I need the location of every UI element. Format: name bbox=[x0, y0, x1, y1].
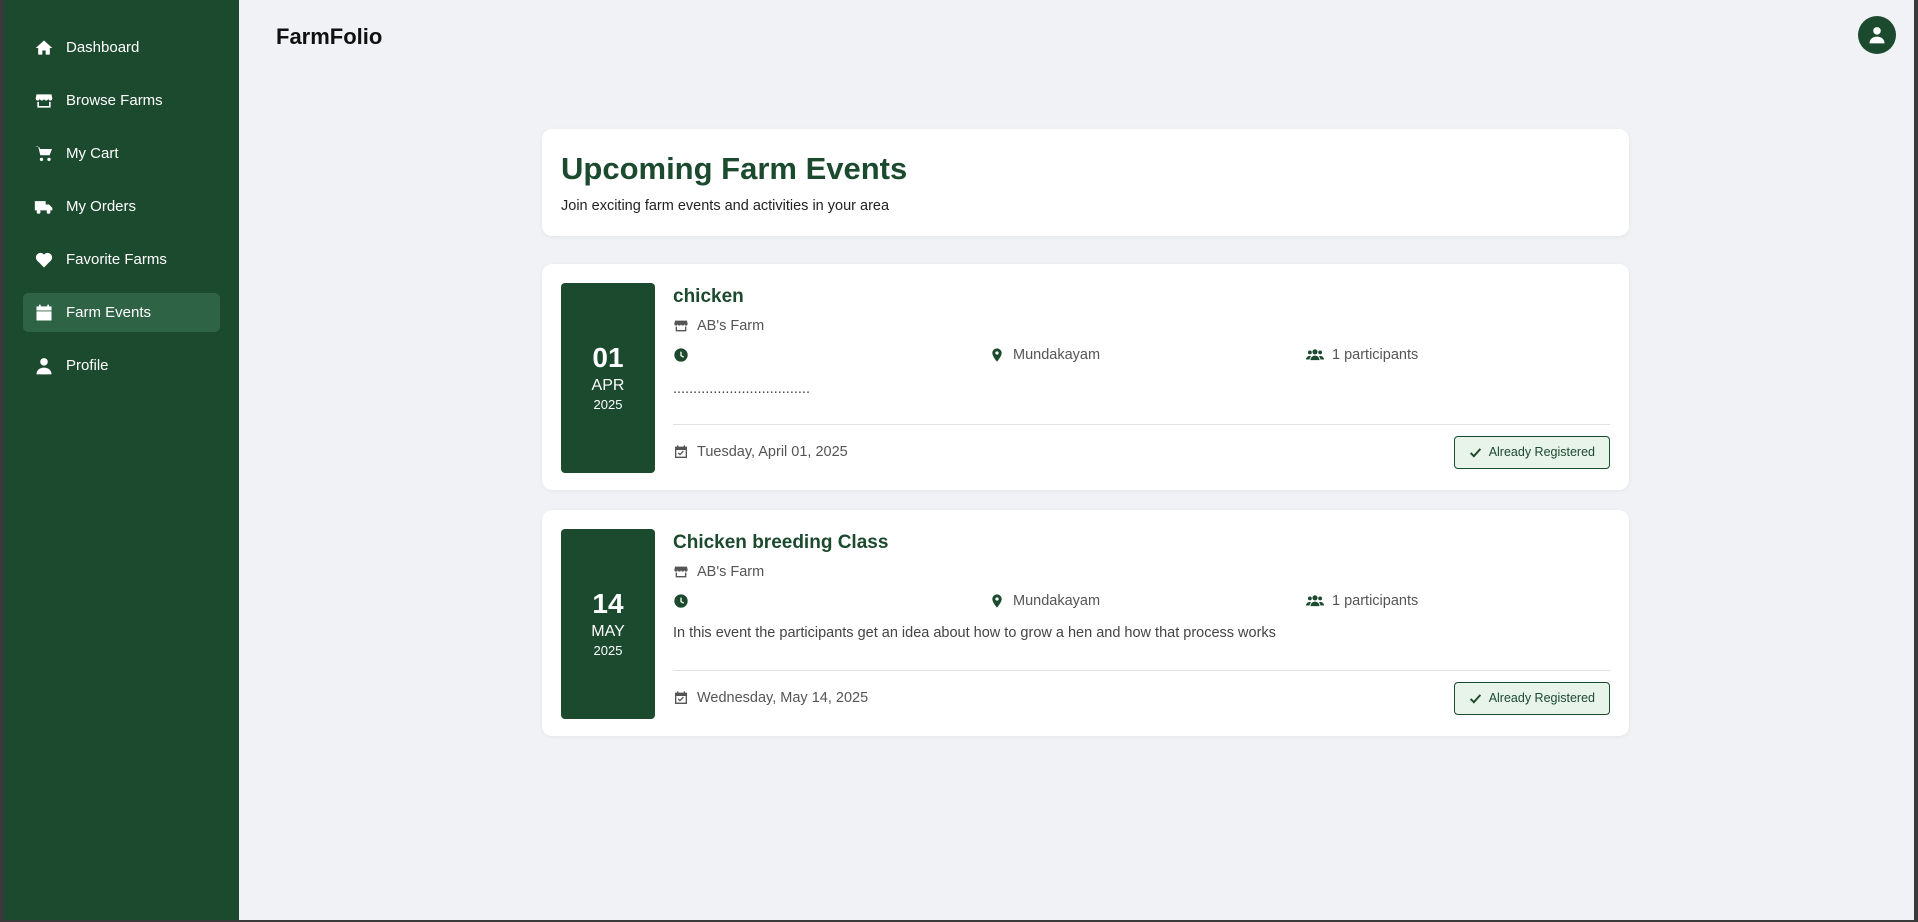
sidebar-item-label: Dashboard bbox=[66, 39, 140, 56]
event-year: 2025 bbox=[593, 643, 623, 658]
page-header-card: Upcoming Farm Events Join exciting farm … bbox=[542, 129, 1629, 236]
event-farm-name: AB's Farm bbox=[697, 564, 765, 580]
event-date-block: 01 APR 2025 bbox=[561, 283, 655, 473]
map-pin-icon bbox=[989, 347, 1005, 363]
sidebar: Dashboard Browse Farms My Cart My Orders… bbox=[4, 0, 239, 922]
event-farm-name: AB's Farm bbox=[697, 318, 765, 334]
store-icon bbox=[673, 318, 689, 334]
clock-icon bbox=[673, 593, 689, 609]
event-month: MAY bbox=[591, 623, 625, 640]
sidebar-item-label: Farm Events bbox=[66, 304, 152, 321]
sidebar-item-my-orders[interactable]: My Orders bbox=[23, 187, 220, 226]
event-time bbox=[673, 347, 697, 363]
event-location: Mundakayam bbox=[989, 593, 1100, 609]
event-participants-text: 1 participants bbox=[1332, 593, 1419, 609]
event-footer: Wednesday, May 14, 2025 Already Register… bbox=[673, 681, 1610, 715]
user-icon bbox=[33, 356, 55, 376]
check-icon bbox=[1469, 447, 1481, 458]
event-full-date-text: Wednesday, May 14, 2025 bbox=[697, 690, 869, 706]
event-body: Chicken breeding Class AB's Farm Mundaka… bbox=[673, 529, 1610, 717]
store-icon bbox=[673, 564, 689, 580]
sidebar-item-profile[interactable]: Profile bbox=[23, 346, 220, 385]
event-farm: AB's Farm bbox=[673, 564, 1610, 580]
event-day: 01 bbox=[592, 342, 624, 373]
event-location: Mundakayam bbox=[989, 347, 1100, 363]
event-month: APR bbox=[591, 377, 625, 394]
event-farm: AB's Farm bbox=[673, 318, 1610, 334]
registration-status: Already Registered bbox=[1488, 445, 1595, 459]
event-meta: Mundakayam 1 participants bbox=[673, 347, 1610, 367]
event-meta: Mundakayam 1 participants bbox=[673, 593, 1610, 613]
calendar-check-icon bbox=[673, 444, 689, 460]
event-description: In this event the participants get an id… bbox=[673, 625, 1276, 641]
event-card: 01 APR 2025 chicken AB's Farm Mundakayam bbox=[542, 264, 1629, 490]
event-title: Chicken breeding Class bbox=[673, 532, 889, 553]
users-icon bbox=[1306, 347, 1324, 363]
calendar-icon bbox=[33, 303, 55, 323]
sidebar-item-label: My Orders bbox=[66, 198, 137, 215]
sidebar-item-dashboard[interactable]: Dashboard bbox=[23, 28, 220, 67]
sidebar-item-farm-events[interactable]: Farm Events bbox=[23, 293, 220, 332]
event-participants: 1 participants bbox=[1306, 347, 1418, 363]
event-year: 2025 bbox=[593, 397, 623, 412]
users-icon bbox=[1306, 593, 1324, 609]
event-location-text: Mundakayam bbox=[1013, 347, 1101, 363]
user-icon bbox=[1867, 25, 1887, 45]
registration-status: Already Registered bbox=[1488, 691, 1595, 705]
sidebar-item-label: Favorite Farms bbox=[66, 251, 167, 268]
heart-icon bbox=[33, 250, 55, 270]
brand-title: FarmFolio bbox=[276, 24, 383, 49]
page-title: Upcoming Farm Events bbox=[561, 151, 908, 186]
sidebar-item-favorite-farms[interactable]: Favorite Farms bbox=[23, 240, 220, 279]
page-subtitle: Join exciting farm events and activities… bbox=[561, 198, 890, 214]
event-body: chicken AB's Farm Mundakayam 1 participa… bbox=[673, 283, 1610, 471]
event-full-date-text: Tuesday, April 01, 2025 bbox=[697, 444, 848, 460]
clock-icon bbox=[673, 347, 689, 363]
divider bbox=[673, 670, 1610, 671]
event-full-date: Tuesday, April 01, 2025 bbox=[673, 444, 848, 460]
already-registered-button[interactable]: Already Registered bbox=[1453, 681, 1610, 715]
home-icon bbox=[33, 38, 55, 58]
divider bbox=[673, 424, 1610, 425]
event-card: 14 MAY 2025 Chicken breeding Class AB's … bbox=[542, 510, 1629, 736]
event-description: .................................. bbox=[673, 381, 810, 397]
map-pin-icon bbox=[989, 593, 1005, 609]
event-participants-text: 1 participants bbox=[1332, 347, 1419, 363]
event-full-date: Wednesday, May 14, 2025 bbox=[673, 690, 868, 706]
sidebar-item-my-cart[interactable]: My Cart bbox=[23, 134, 220, 173]
event-day: 14 bbox=[592, 588, 624, 619]
event-participants: 1 participants bbox=[1306, 593, 1418, 609]
sidebar-item-browse-farms[interactable]: Browse Farms bbox=[23, 81, 220, 120]
already-registered-button[interactable]: Already Registered bbox=[1453, 435, 1610, 469]
sidebar-item-label: Browse Farms bbox=[66, 92, 163, 109]
event-date-block: 14 MAY 2025 bbox=[561, 529, 655, 719]
store-icon bbox=[33, 91, 55, 111]
cart-icon bbox=[33, 144, 55, 164]
sidebar-item-label: My Cart bbox=[66, 145, 119, 162]
calendar-check-icon bbox=[673, 690, 689, 706]
event-title: chicken bbox=[673, 286, 744, 307]
event-location-text: Mundakayam bbox=[1013, 593, 1101, 609]
event-footer: Tuesday, April 01, 2025 Already Register… bbox=[673, 435, 1610, 469]
sidebar-item-label: Profile bbox=[66, 357, 109, 374]
truck-icon bbox=[33, 197, 55, 217]
event-time bbox=[673, 593, 697, 609]
check-icon bbox=[1469, 693, 1481, 704]
user-avatar-button[interactable] bbox=[1858, 16, 1896, 54]
